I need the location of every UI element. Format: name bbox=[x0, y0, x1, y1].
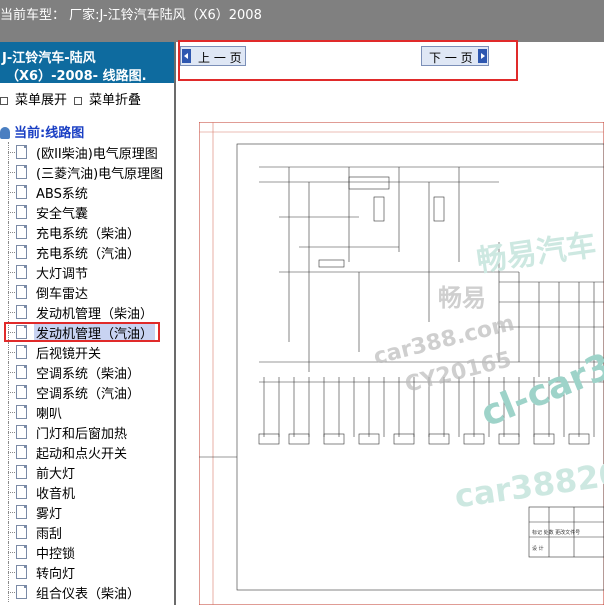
document-icon bbox=[16, 285, 27, 299]
tree-item[interactable]: 喇叭 bbox=[0, 402, 174, 422]
tree-item[interactable]: 中控锁 bbox=[0, 542, 174, 562]
prev-page-label: 上 一 页 bbox=[198, 51, 242, 65]
title-block-sub-label: 设 计 bbox=[532, 545, 544, 552]
square-icon bbox=[74, 96, 82, 105]
tree-item-label: 中控锁 bbox=[36, 547, 76, 562]
tree-item-label: ABS系统 bbox=[36, 187, 88, 202]
document-icon bbox=[16, 385, 27, 399]
arrow-right-icon bbox=[478, 49, 487, 63]
document-icon bbox=[16, 185, 27, 199]
arrow-left-icon bbox=[182, 49, 191, 63]
tree-item-label: 雾灯 bbox=[36, 507, 63, 522]
tree-item[interactable]: 后视镜开关 bbox=[0, 342, 174, 362]
tree-item-label: 发动机管理（柴油） bbox=[36, 307, 154, 322]
tree-item[interactable]: 充电系统（柴油） bbox=[0, 222, 174, 242]
tree-root[interactable]: 当前:线路图 bbox=[0, 122, 84, 141]
tree-item-label: 倒车雷达 bbox=[36, 287, 89, 302]
menu-collapse-label: 菜单折叠 bbox=[89, 93, 142, 108]
document-icon bbox=[16, 205, 27, 219]
next-page-button[interactable]: 下 一 页 bbox=[421, 46, 489, 66]
next-page-label: 下 一 页 bbox=[429, 51, 473, 65]
tree-item-label: 充电系统（汽油） bbox=[36, 247, 141, 262]
tree-item-label: (欧II柴油)电气原理图 bbox=[36, 147, 158, 162]
tree-item[interactable]: 雾灯 bbox=[0, 502, 174, 522]
document-icon bbox=[16, 265, 27, 279]
sidebar-header: J-江铃汽车-陆风 （X6）-2008- 线路图. bbox=[0, 42, 174, 84]
tree-item-label: 转向灯 bbox=[36, 567, 76, 582]
top-bar: 当前车型： 厂家:J-江铃汽车陆风（X6）2008 bbox=[0, 0, 604, 42]
vehicle-title: 当前车型： 厂家:J-江铃汽车陆风（X6）2008 bbox=[0, 8, 262, 23]
sidebar-header-line1: J-江铃汽车-陆风 bbox=[2, 51, 96, 66]
tree-item[interactable]: 倒车雷达 bbox=[0, 282, 174, 302]
tree-item[interactable]: 空调系统（柴油） bbox=[0, 362, 174, 382]
tree-item-label: 后视镜开关 bbox=[36, 347, 102, 362]
document-icon bbox=[16, 145, 27, 159]
tree-item[interactable]: 发动机管理（柴油） bbox=[0, 302, 174, 322]
tree-item[interactable]: (三菱汽油)电气原理图 bbox=[0, 162, 174, 182]
document-icon bbox=[16, 485, 27, 499]
menu-collapse-button[interactable]: 菜单折叠 bbox=[74, 89, 141, 108]
tree-item-label: 空调系统（汽油） bbox=[36, 387, 141, 402]
tree-item[interactable]: 组合仪表（柴油） bbox=[0, 582, 174, 602]
document-icon bbox=[16, 165, 27, 179]
document-icon bbox=[16, 365, 27, 379]
document-icon bbox=[16, 425, 27, 439]
document-icon bbox=[16, 445, 27, 459]
tree-item[interactable]: (欧II柴油)电气原理图 bbox=[0, 142, 174, 162]
tree-item[interactable]: 收音机 bbox=[0, 482, 174, 502]
tree-item-label: 喇叭 bbox=[36, 407, 63, 422]
tree-item-label: 安全气囊 bbox=[36, 207, 89, 222]
tree-list: (欧II柴油)电气原理图 (三菱汽油)电气原理图 ABS系统安全气囊充电系统（柴油）… bbox=[0, 142, 174, 602]
menu-expand-button[interactable]: 菜单展开 bbox=[0, 89, 67, 108]
document-icon bbox=[16, 545, 27, 559]
folder-icon bbox=[0, 127, 10, 139]
tree-item[interactable]: 前大灯 bbox=[0, 462, 174, 482]
selection-highlight bbox=[4, 322, 160, 342]
document-icon bbox=[16, 505, 27, 519]
content-pane: 上 一 页 下 一 页 标记 处数 更改文件号 设 计 畅易汽车 畅易 car3… bbox=[176, 40, 604, 605]
tree-item-label: 组合仪表（柴油） bbox=[36, 587, 141, 602]
tree-item[interactable]: 充电系统（汽油） bbox=[0, 242, 174, 262]
tree-item[interactable]: 起动和点火开关 bbox=[0, 442, 174, 462]
square-icon bbox=[0, 96, 8, 105]
document-icon bbox=[16, 405, 27, 419]
document-icon bbox=[16, 345, 27, 359]
tree-item[interactable]: 雨刮 bbox=[0, 522, 174, 542]
tree-item-label: (三菱汽油)电气原理图 bbox=[36, 167, 164, 182]
tree-item-label: 充电系统（柴油） bbox=[36, 227, 141, 242]
tree-item-label: 收音机 bbox=[36, 487, 76, 502]
document-icon bbox=[16, 305, 27, 319]
tree-item-label: 门灯和后窗加热 bbox=[36, 427, 128, 442]
tree-item-label: 前大灯 bbox=[36, 467, 76, 482]
tree-item[interactable]: 空调系统（汽油） bbox=[0, 382, 174, 402]
tree-item-label: 空调系统（柴油） bbox=[36, 367, 141, 382]
document-icon bbox=[16, 565, 27, 579]
tree-item[interactable]: 转向灯 bbox=[0, 562, 174, 582]
prev-page-button[interactable]: 上 一 页 bbox=[180, 46, 246, 66]
sidebar-header-line2: （X6）-2008- 线路图. bbox=[6, 69, 147, 84]
tree-item[interactable]: ABS系统 bbox=[0, 182, 174, 202]
sidebar: J-江铃汽车-陆风 （X6）-2008- 线路图. 菜单展开 菜单折叠 当前:线… bbox=[0, 42, 176, 605]
document-icon bbox=[16, 225, 27, 239]
tree-item[interactable]: 大灯调节 bbox=[0, 262, 174, 282]
title-block-label: 标记 处数 更改文件号 bbox=[532, 529, 580, 536]
tree-root-label: 当前:线路图 bbox=[14, 126, 85, 141]
wiring-diagram: 标记 处数 更改文件号 设 计 bbox=[199, 122, 604, 605]
document-icon bbox=[16, 585, 27, 599]
document-icon bbox=[16, 525, 27, 539]
tree-item-label: 大灯调节 bbox=[36, 267, 89, 282]
document-icon bbox=[16, 245, 27, 259]
tree-item-label: 起动和点火开关 bbox=[36, 447, 128, 462]
tree-item[interactable]: 门灯和后窗加热 bbox=[0, 422, 174, 442]
tree-item[interactable]: 安全气囊 bbox=[0, 202, 174, 222]
document-icon bbox=[16, 465, 27, 479]
menu-expand-label: 菜单展开 bbox=[15, 93, 68, 108]
tree-item-label: 雨刮 bbox=[36, 527, 63, 542]
